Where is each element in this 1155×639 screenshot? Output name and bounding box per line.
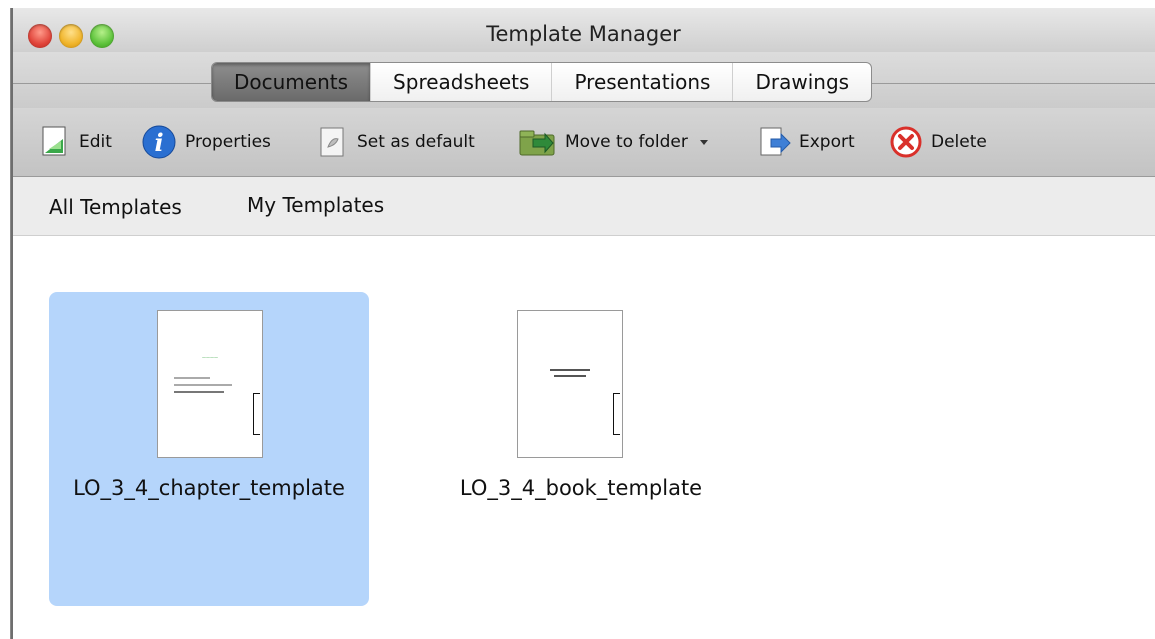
template-thumbnail (517, 310, 623, 458)
tab-documents[interactable]: Documents (212, 63, 372, 101)
window-title: Template Manager (486, 22, 681, 46)
document-type-tabs: Documents Spreadsheets Presentations Dra… (211, 62, 873, 102)
template-thumbnail: ———— (157, 310, 263, 458)
set-as-default-button[interactable]: Set as default (315, 125, 475, 159)
folder-move-icon (519, 130, 555, 156)
window-edge (11, 8, 13, 639)
tab-drawings[interactable]: Drawings (733, 63, 871, 101)
set-as-default-label: Set as default (357, 132, 475, 152)
info-icon: i (142, 125, 176, 159)
tab-presentations[interactable]: Presentations (552, 63, 734, 101)
toolbar: Edit i Properties Set as default Move to… (11, 108, 1155, 177)
move-to-folder-button[interactable]: Move to folder (517, 125, 720, 159)
template-manager-window: Template Manager Documents Spreadsheets … (10, 8, 1155, 639)
tab-spreadsheets[interactable]: Spreadsheets (371, 63, 553, 101)
edit-button[interactable]: Edit (37, 125, 112, 159)
template-item[interactable]: ———— LO_3_4_chapter_template (49, 292, 369, 606)
export-label: Export (799, 132, 855, 152)
template-item[interactable]: LO_3_4_book_template (421, 292, 741, 606)
my-templates-link[interactable]: My Templates (247, 193, 384, 217)
all-templates-link[interactable]: All Templates (49, 195, 182, 219)
delete-icon (890, 126, 922, 158)
delete-label: Delete (931, 132, 987, 152)
title-bar: Template Manager (11, 8, 1155, 52)
export-icon (760, 127, 791, 156)
svg-text:i: i (154, 128, 163, 157)
edit-icon (42, 126, 66, 156)
template-name: LO_3_4_book_template (459, 476, 703, 500)
region-bar: All Templates My Templates (11, 177, 1155, 236)
edit-label: Edit (79, 132, 112, 152)
set-default-icon (320, 127, 344, 157)
delete-button[interactable]: Delete (889, 125, 987, 159)
chevron-down-icon[interactable] (694, 125, 714, 159)
move-to-folder-label: Move to folder (565, 132, 688, 152)
template-name: LO_3_4_chapter_template (73, 476, 345, 500)
export-button[interactable]: Export (757, 125, 855, 159)
properties-label: Properties (185, 132, 271, 152)
template-grid: ———— LO_3_4_chapter_template LO_3_4_book… (11, 236, 1155, 639)
tab-strip: Documents Spreadsheets Presentations Dra… (11, 52, 1155, 108)
properties-button[interactable]: i Properties (141, 125, 271, 159)
